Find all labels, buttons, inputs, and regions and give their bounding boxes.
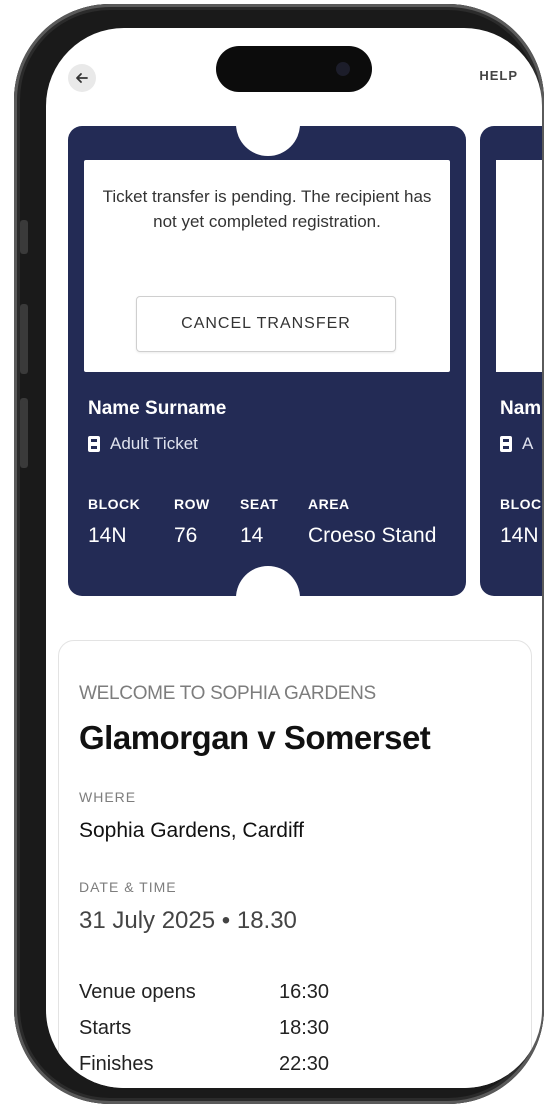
schedule-label: Starts <box>79 1017 132 1039</box>
schedule-row: Venue opens 16:30 <box>79 981 379 1011</box>
ticket-type-label: A <box>522 434 534 453</box>
venue-name: Sophia Gardens, Cardiff <box>79 819 304 842</box>
seat-field-value: 14N <box>500 524 539 547</box>
welcome-heading: WELCOME TO SOPHIA GARDENS <box>79 683 376 704</box>
dynamic-island <box>216 46 372 92</box>
seat-field-label: BLOCK <box>88 496 141 512</box>
transfer-pending-panel <box>496 160 542 372</box>
ticket-icon <box>88 436 100 452</box>
seat-field-row: ROW 76 <box>174 496 210 548</box>
schedule-row: Finishes 22:30 <box>79 1053 379 1083</box>
seat-field-value: 14N <box>88 524 127 547</box>
seat-field-value: 14 <box>240 524 264 547</box>
ticket-type: A <box>500 434 533 454</box>
schedule-label: Finishes <box>79 1053 154 1075</box>
seat-field-label: AREA <box>308 496 350 512</box>
seat-field-seat: SEAT 14 <box>240 496 278 548</box>
transfer-pending-message: Ticket transfer is pending. The recipien… <box>102 187 432 231</box>
ticket-card-next[interactable]: Nam A BLOC 14N <box>480 126 542 596</box>
seat-field-label: BLOC <box>500 496 542 512</box>
where-label: WHERE <box>79 789 137 805</box>
camera-icon <box>336 62 350 76</box>
event-title: Glamorgan v Somerset <box>79 719 431 756</box>
event-info-card: WELCOME TO SOPHIA GARDENS Glamorgan v So… <box>58 640 532 1088</box>
ticket-notch-top <box>236 92 300 156</box>
ticket-icon <box>500 436 512 452</box>
app-screen: HELP Ticket transfer is pending. The rec… <box>46 28 542 1088</box>
volume-up-button <box>20 304 28 374</box>
back-button[interactable] <box>68 64 96 92</box>
seat-field-value: Croeso Stand <box>308 524 437 547</box>
ticket-holder-name: Nam <box>500 398 542 419</box>
seat-field-label: ROW <box>174 496 210 512</box>
phone-frame: HELP Ticket transfer is pending. The rec… <box>14 4 544 1104</box>
ticket-type-label: Adult Ticket <box>110 434 198 453</box>
schedule-label: Venue opens <box>79 981 196 1003</box>
help-link[interactable]: HELP <box>479 68 518 83</box>
seat-field-block: BLOCK 14N <box>88 496 140 548</box>
seat-field-area: AREA Croeso Stand <box>308 496 436 548</box>
datetime-label: DATE & TIME <box>79 879 177 895</box>
volume-down-button <box>20 398 28 468</box>
arrow-left-icon <box>76 73 88 83</box>
ticket-notch-bottom <box>236 566 300 630</box>
ticket-holder-name: Name Surname <box>88 398 227 419</box>
event-datetime: 31 July 2025 • 18.30 <box>79 907 297 934</box>
ticket-card[interactable]: Ticket transfer is pending. The recipien… <box>68 92 466 630</box>
schedule-time: 16:30 <box>279 981 330 1003</box>
schedule-time: 18:30 <box>279 1017 330 1039</box>
seat-field-block: BLOC 14N <box>500 496 542 548</box>
cancel-transfer-button[interactable]: CANCEL TRANSFER <box>136 296 396 352</box>
ticket-type: Adult Ticket <box>88 434 198 454</box>
schedule-row: Starts 18:30 <box>79 1017 379 1047</box>
seat-field-value: 76 <box>174 524 198 547</box>
seat-field-label: SEAT <box>240 496 279 512</box>
mute-switch <box>20 220 28 254</box>
transfer-pending-panel: Ticket transfer is pending. The recipien… <box>84 160 450 372</box>
schedule-time: 22:30 <box>279 1053 330 1075</box>
